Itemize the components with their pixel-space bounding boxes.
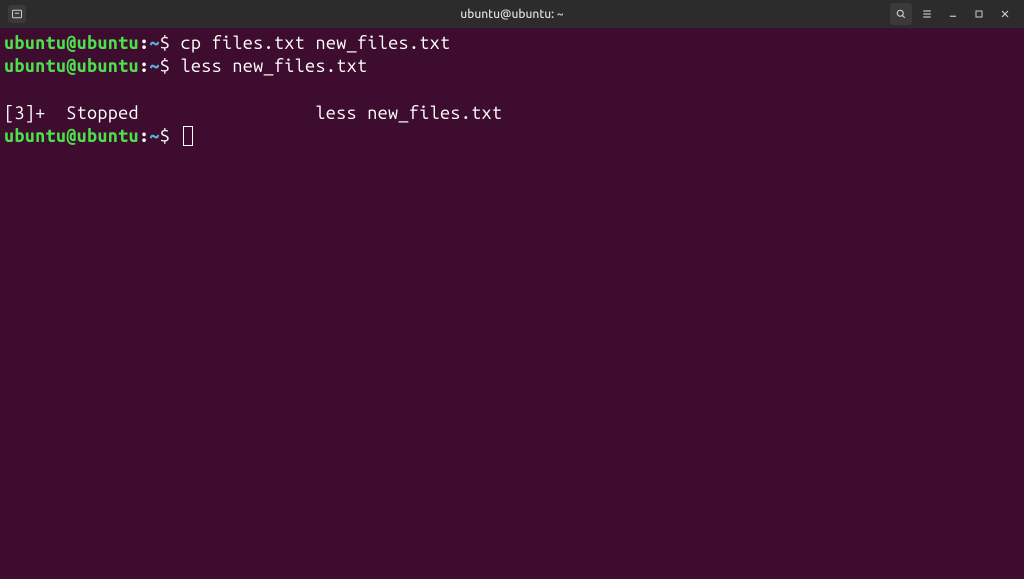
terminal-line-2: ubuntu@ubuntu:~$ less new_files.txt [4, 55, 1020, 78]
command-text: less new_files.txt [181, 56, 368, 76]
prompt-user-host: ubuntu@ubuntu [4, 33, 139, 53]
titlebar-left [8, 5, 32, 23]
prompt-symbol: $ [160, 56, 181, 76]
command-text: cp files.txt new_files.txt [181, 33, 451, 53]
titlebar-right [890, 3, 1016, 25]
terminal-line-1: ubuntu@ubuntu:~$ cp files.txt new_files.… [4, 32, 1020, 55]
prompt-colon: : [139, 126, 149, 146]
terminal-line-3: [3]+ Stopped less new_files.txt [4, 102, 1020, 125]
terminal-area[interactable]: ubuntu@ubuntu:~$ cp files.txt new_files.… [0, 28, 1024, 153]
prompt-colon: : [139, 56, 149, 76]
prompt-path: ~ [149, 33, 159, 53]
blank-line [4, 79, 1020, 102]
window-titlebar: ubuntu@ubuntu: ~ [0, 0, 1024, 28]
prompt-path: ~ [149, 56, 159, 76]
minimize-button[interactable] [942, 3, 964, 25]
cursor [183, 126, 193, 146]
search-button[interactable] [890, 3, 912, 25]
prompt-user-host: ubuntu@ubuntu [4, 56, 139, 76]
prompt-symbol: $ [160, 126, 181, 146]
prompt-symbol: $ [160, 33, 181, 53]
menu-button[interactable] [916, 3, 938, 25]
terminal-line-4: ubuntu@ubuntu:~$ [4, 125, 1020, 148]
close-button[interactable] [994, 3, 1016, 25]
job-output: [3]+ Stopped less new_files.txt [4, 103, 502, 123]
maximize-button[interactable] [968, 3, 990, 25]
prompt-colon: : [139, 33, 149, 53]
new-tab-button[interactable] [8, 5, 26, 23]
window-title: ubuntu@ubuntu: ~ [460, 8, 563, 21]
prompt-path: ~ [149, 126, 159, 146]
prompt-user-host: ubuntu@ubuntu [4, 126, 139, 146]
